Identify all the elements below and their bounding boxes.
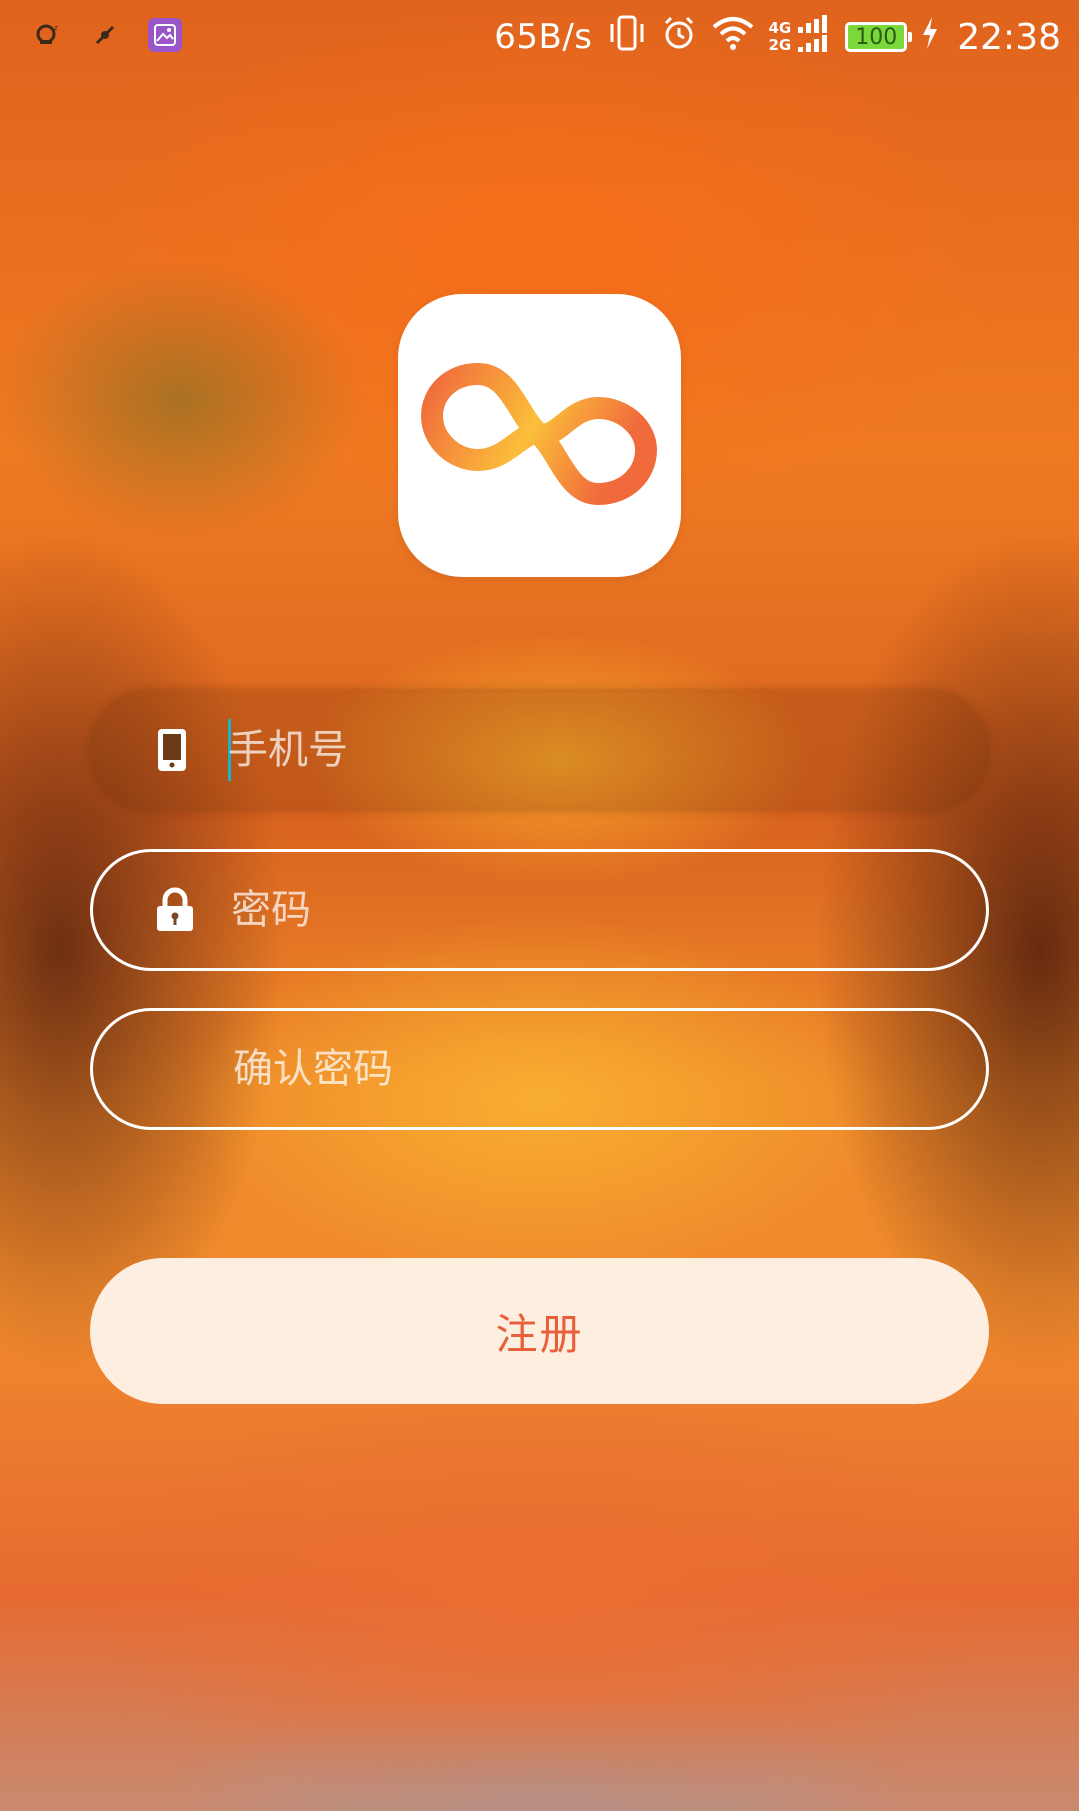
register-button[interactable]: 注册 [90,1258,989,1404]
notification-app-icon: z [32,20,62,50]
phone-icon [152,725,192,775]
network-type-labels: 4G 2G [769,20,792,54]
notification-icons: z [32,18,182,52]
vibrate-icon [607,15,647,60]
lock-icon [155,885,195,935]
register-screen: z 65B/s 4G 2G 100 22:38 手机号 注册 [0,0,1079,1811]
wifi-icon [711,15,755,60]
battery-indicator: 100 [845,22,913,52]
network-type-bottom: 2G [768,36,792,54]
phone-input[interactable] [228,715,928,785]
status-bar: z 65B/s 4G 2G 100 22:38 [0,0,1079,74]
satellite-icon [90,20,120,50]
confirm-password-input[interactable] [233,1034,933,1104]
clock: 22:38 [957,16,1061,58]
alarm-icon [661,15,697,60]
phone-field[interactable] [90,689,989,811]
infinity-logo-icon [421,363,657,505]
app-logo [398,294,681,577]
password-field[interactable] [90,849,989,971]
network-type-top: 4G [768,19,792,37]
gallery-icon [148,18,182,52]
status-indicators: 65B/s 4G 2G 100 22:38 [494,12,1061,62]
svg-text:z: z [54,24,58,32]
charging-icon [921,16,939,59]
signal-icon [797,13,831,62]
password-input[interactable] [231,875,931,945]
network-speed: 65B/s [494,17,593,57]
confirm-password-field[interactable] [90,1008,989,1130]
